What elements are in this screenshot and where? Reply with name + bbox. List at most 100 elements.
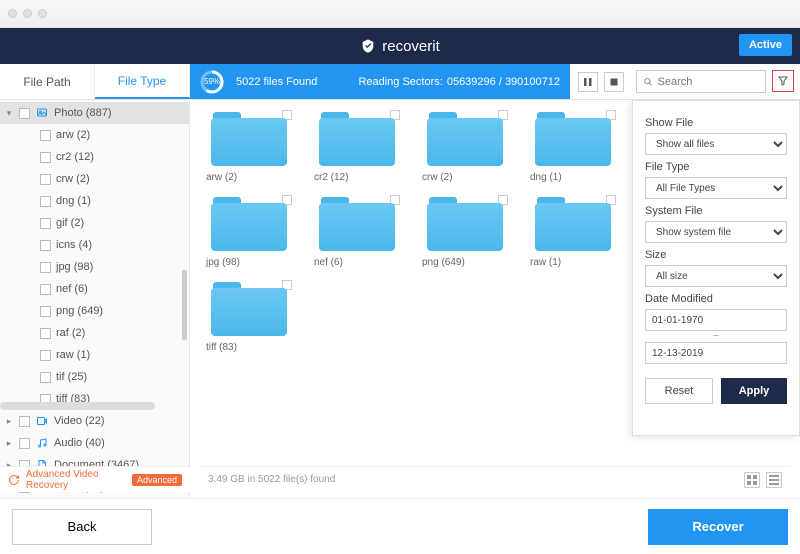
checkbox[interactable] <box>40 174 51 185</box>
sidebar-scrollbar[interactable] <box>182 270 187 340</box>
sidebar-cat-item[interactable]: ▸ Video (22) <box>0 410 189 432</box>
checkbox[interactable] <box>40 196 51 207</box>
folder-item[interactable]: dng (1) <box>524 108 622 183</box>
status-bar: 3.49 GB in 5022 file(s) found <box>200 466 790 492</box>
filter-file-type-label: File Type <box>645 161 787 173</box>
sidebar: ▾ Photo (887) arw (2) cr2 (12) crw (2) dng … <box>0 100 190 498</box>
advanced-video-recovery-bar[interactable]: Advanced Video Recovery Advanced <box>0 466 190 492</box>
folder-icon <box>209 108 289 170</box>
folder-item[interactable]: cr2 (12) <box>308 108 406 183</box>
checkbox[interactable] <box>40 218 51 229</box>
filter-button[interactable] <box>772 70 794 92</box>
view-list-button[interactable] <box>766 472 782 488</box>
sidebar-child-label: arw (2) <box>56 129 90 141</box>
sidebar-child-label: tif (25) <box>56 371 87 383</box>
checkbox[interactable] <box>40 130 51 141</box>
active-button[interactable]: Active <box>739 34 792 56</box>
filter-system-file-select[interactable]: Show system file <box>645 221 787 243</box>
folder-label: tiff (83) <box>200 342 298 353</box>
stop-button[interactable] <box>604 72 624 92</box>
folder-item[interactable]: png (649) <box>416 193 514 268</box>
folder-icon <box>317 108 397 170</box>
tab-file-path[interactable]: File Path <box>0 64 95 99</box>
filter-panel: Show File Show all files File Type All F… <box>632 100 800 436</box>
sidebar-child-item[interactable]: gif (2) <box>0 212 189 234</box>
tab-file-type[interactable]: File Type <box>95 64 190 99</box>
sidebar-child-item[interactable]: tif (25) <box>0 366 189 388</box>
checkbox[interactable] <box>19 416 30 427</box>
folder-label: dng (1) <box>524 172 622 183</box>
footer: Back Recover <box>0 498 800 554</box>
folder-icon <box>317 193 397 255</box>
search-box[interactable] <box>636 70 766 93</box>
brand-logo: recoverit <box>360 38 440 55</box>
sidebar-child-label: crw (2) <box>56 173 90 185</box>
sidebar-cat-label: Photo (887) <box>54 107 111 119</box>
sidebar-child-label: cr2 (12) <box>56 151 94 163</box>
sidebar-child-item[interactable]: icns (4) <box>0 234 189 256</box>
folder-icon <box>209 193 289 255</box>
sidebar-child-item[interactable]: raw (1) <box>0 344 189 366</box>
filter-show-file-label: Show File <box>645 117 787 129</box>
avr-badge: Advanced <box>132 474 182 486</box>
tree: ▾ Photo (887) arw (2) cr2 (12) crw (2) dng … <box>0 100 189 498</box>
sidebar-cat-item[interactable]: ▸Audio (40) <box>0 432 189 454</box>
sidebar-child-item[interactable]: arw (2) <box>0 124 189 146</box>
chevron-right-icon: ▸ <box>4 438 14 449</box>
checkbox[interactable] <box>40 328 51 339</box>
sidebar-child-item[interactable]: cr2 (12) <box>0 146 189 168</box>
filter-file-type-select[interactable]: All File Types <box>645 177 787 199</box>
checkbox[interactable] <box>40 372 51 383</box>
sidebar-h-scrollbar[interactable] <box>0 402 155 410</box>
content-area: arw (2)cr2 (12)crw (2)dng (1)icns (4)jpg… <box>190 100 800 498</box>
folder-item[interactable]: jpg (98) <box>200 193 298 268</box>
folder-item[interactable]: arw (2) <box>200 108 298 183</box>
folder-item[interactable]: crw (2) <box>416 108 514 183</box>
sidebar-child-item[interactable]: dng (1) <box>0 190 189 212</box>
sidebar-child-label: raf (2) <box>56 327 85 339</box>
checkbox[interactable] <box>40 284 51 295</box>
filter-reset-button[interactable]: Reset <box>645 378 713 404</box>
folder-label: raw (1) <box>524 257 622 268</box>
sidebar-child-item[interactable]: jpg (98) <box>0 256 189 278</box>
folder-icon <box>209 278 289 340</box>
folder-item[interactable]: raw (1) <box>524 193 622 268</box>
filter-size-select[interactable]: All size <box>645 265 787 287</box>
sidebar-child-item[interactable]: nef (6) <box>0 278 189 300</box>
search-icon <box>643 76 654 88</box>
category-icon <box>35 437 49 449</box>
chevron-right-icon: ▸ <box>4 416 14 427</box>
folder-item[interactable]: nef (6) <box>308 193 406 268</box>
sidebar-child-item[interactable]: png (649) <box>0 300 189 322</box>
filter-system-file-label: System File <box>645 205 787 217</box>
checkbox[interactable] <box>19 108 30 119</box>
sidebar-cat-photo[interactable]: ▾ Photo (887) <box>0 102 189 124</box>
view-grid-button[interactable] <box>744 472 760 488</box>
app-header: recoverit Active <box>0 28 800 64</box>
folder-item[interactable]: tiff (83) <box>200 278 298 353</box>
filter-show-file-select[interactable]: Show all files <box>645 133 787 155</box>
recover-button[interactable]: Recover <box>648 509 788 545</box>
status-summary: 3.49 GB in 5022 file(s) found <box>208 474 335 485</box>
checkbox[interactable] <box>40 152 51 163</box>
pause-button[interactable] <box>578 72 598 92</box>
brand-text: recoverit <box>382 38 440 55</box>
filter-apply-button[interactable]: Apply <box>721 378 787 404</box>
checkbox[interactable] <box>40 350 51 361</box>
titlebar <box>0 0 800 28</box>
folder-label: png (649) <box>416 257 514 268</box>
folder-label: nef (6) <box>308 257 406 268</box>
sidebar-child-item[interactable]: crw (2) <box>0 168 189 190</box>
filter-date-to[interactable] <box>645 342 787 364</box>
checkbox[interactable] <box>40 262 51 273</box>
window-controls[interactable] <box>8 9 47 18</box>
folder-label: cr2 (12) <box>308 172 406 183</box>
sidebar-child-item[interactable]: raf (2) <box>0 322 189 344</box>
sidebar-cat-label: Video (22) <box>54 415 105 427</box>
back-button[interactable]: Back <box>12 509 152 545</box>
filter-date-from[interactable] <box>645 309 787 331</box>
checkbox[interactable] <box>40 240 51 251</box>
search-input[interactable] <box>658 76 760 88</box>
checkbox[interactable] <box>40 306 51 317</box>
checkbox[interactable] <box>19 438 30 449</box>
